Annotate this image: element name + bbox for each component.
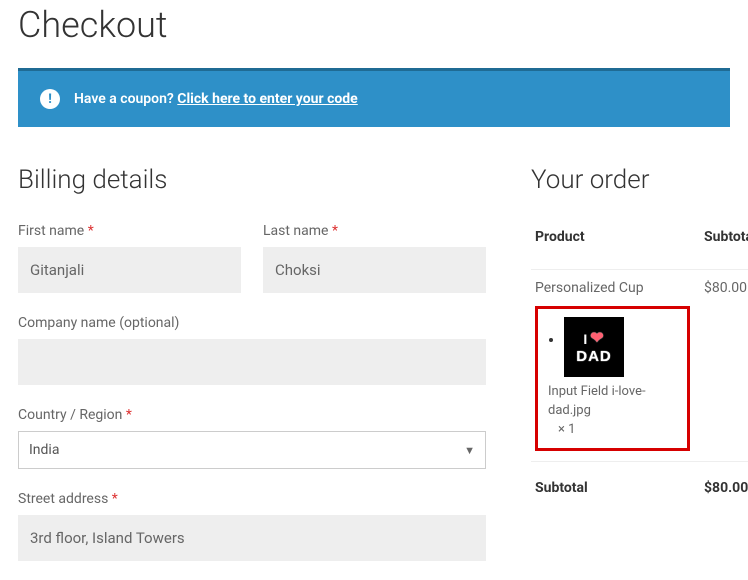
required-asterisk: * [112,491,118,507]
last-name-label-text: Last name [263,223,328,239]
order-subtotal-label: Subtotal [531,461,694,520]
company-label: Company name (optional) [18,315,486,331]
last-name-field-wrap: Last name * [263,223,486,293]
order-section: Your order Product Subtotal Personalized… [531,165,748,520]
street-field-wrap: Street address * [18,491,486,561]
street-label: Street address * [18,491,486,507]
country-select[interactable]: India ▼ [18,431,486,469]
required-asterisk: * [332,223,338,239]
coupon-banner: ! Have a coupon? Click here to enter you… [18,68,730,127]
heart-icon: ❤ [590,331,604,347]
coupon-link[interactable]: Click here to enter your code [177,91,357,107]
order-heading: Your order [531,165,748,195]
country-label-text: Country / Region [18,407,122,423]
order-subtotal-row: Subtotal $80.00 [531,461,748,520]
page-title: Checkout [18,4,730,46]
company-field-wrap: Company name (optional) [18,315,486,385]
order-item-bullet: I ❤ DAD [564,317,677,377]
thumb-text-top: I [583,332,588,346]
country-selected-value: India [29,442,59,458]
street-label-text: Street address [18,491,108,507]
required-asterisk: * [126,407,132,423]
billing-section: Billing details First name * Last name *… [18,165,486,561]
order-item-row: Personalized Cup I ❤ DAD [531,270,748,462]
first-name-label-text: First name [18,223,84,239]
order-item-name: Personalized Cup [535,280,690,296]
country-label: Country / Region * [18,407,486,423]
order-col-subtotal: Subtotal [694,223,748,270]
first-name-field-wrap: First name * [18,223,241,293]
thumb-text-bottom: DAD [576,349,612,364]
first-name-label: First name * [18,223,241,239]
coupon-text: Have a coupon? Click here to enter your … [74,91,358,107]
order-item-price: $80.00 [694,270,748,462]
order-subtotal-value: $80.00 [694,461,748,520]
chevron-down-icon: ▼ [464,444,475,457]
order-item-thumbnail: I ❤ DAD [564,317,624,377]
street-input[interactable] [18,515,486,561]
billing-heading: Billing details [18,165,486,195]
order-item-highlight-box: I ❤ DAD Input Field i-love-dad.jpg [535,306,690,451]
country-field-wrap: Country / Region * India ▼ [18,407,486,469]
order-item-qty: × 1 [548,421,677,440]
first-name-input[interactable] [18,247,241,293]
order-item-meta: Input Field i-love-dad.jpg [548,383,677,421]
last-name-input[interactable] [263,247,486,293]
order-item-meta-label: Input Field [548,384,608,399]
order-table: Product Subtotal Personalized Cup [531,223,748,520]
required-asterisk: * [88,223,94,239]
company-input[interactable] [18,339,486,385]
order-col-product: Product [531,223,694,270]
last-name-label: Last name * [263,223,486,239]
info-icon: ! [40,89,60,109]
coupon-prompt: Have a coupon? [74,91,174,107]
